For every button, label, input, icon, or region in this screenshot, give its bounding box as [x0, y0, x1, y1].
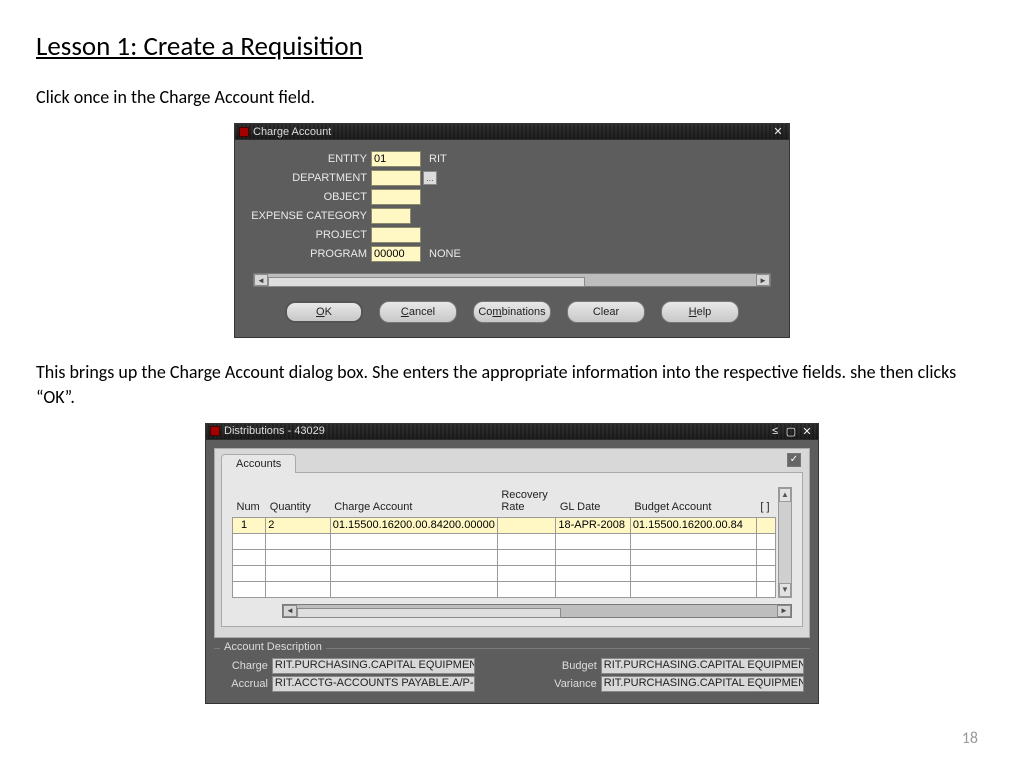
table-row[interactable]: 1 2 01.15500.16200.00.84200.00000 18-APR…: [233, 517, 776, 533]
charge-label: Charge: [220, 660, 272, 672]
close-icon[interactable]: ✕: [800, 425, 814, 437]
col-recovery-rate: Recovery Rate: [497, 487, 556, 518]
col-gl-date: GL Date: [556, 487, 630, 518]
titlebar[interactable]: Distributions - 43029 ≤ ▢ ✕: [206, 424, 818, 440]
program-field[interactable]: [371, 246, 421, 262]
h-scrollbar[interactable]: ◄ ►: [282, 604, 792, 618]
account-description-group: Account Description Charge RIT.PURCHASIN…: [214, 648, 810, 693]
app-icon: [239, 127, 249, 137]
object-field[interactable]: [371, 189, 421, 205]
intro-paragraph-1: Click once in the Charge Account field.: [36, 85, 988, 109]
charge-account-dialog: Charge Account ✕ ENTITY RIT DEPARTMENT ……: [234, 123, 790, 338]
v-scrollbar[interactable]: ▲ ▼: [778, 487, 792, 598]
expense-category-label: EXPENSE CATEGORY: [251, 210, 371, 222]
budget-label: Budget: [549, 660, 601, 672]
budget-value: RIT.PURCHASING.CAPITAL EQUIPMEN: [601, 658, 804, 674]
scroll-right-icon[interactable]: ►: [777, 605, 791, 617]
cell-num[interactable]: 1: [233, 517, 266, 533]
cell-end[interactable]: [756, 517, 775, 533]
variance-label: Variance: [549, 678, 601, 690]
help-button[interactable]: Help: [661, 301, 739, 323]
accrual-value: RIT.ACCTG-ACCOUNTS PAYABLE.A/P-: [272, 676, 475, 692]
object-label: OBJECT: [251, 191, 371, 203]
table-row[interactable]: [233, 549, 776, 565]
program-desc: NONE: [429, 248, 461, 260]
scroll-up-icon[interactable]: ▲: [779, 488, 791, 502]
program-label: PROGRAM: [251, 248, 371, 260]
ok-button[interactable]: OK: [285, 301, 363, 323]
clear-button[interactable]: Clear: [567, 301, 645, 323]
department-field[interactable]: [371, 170, 421, 186]
window-title: Distributions - 43029: [224, 425, 325, 437]
combinations-button[interactable]: Combinations: [473, 301, 551, 323]
col-budget-account: Budget Account: [630, 487, 756, 518]
h-scrollbar[interactable]: ◄ ►: [253, 273, 771, 287]
scroll-down-icon[interactable]: ▼: [779, 583, 791, 597]
checkbox-icon[interactable]: ✓: [787, 453, 801, 467]
variance-value: RIT.PURCHASING.CAPITAL EQUIPMEN: [601, 676, 804, 692]
scroll-left-icon[interactable]: ◄: [283, 605, 297, 617]
page-title: Lesson 1: Create a Requisition: [36, 30, 988, 63]
table-row[interactable]: [233, 533, 776, 549]
project-label: PROJECT: [251, 229, 371, 241]
charge-value: RIT.PURCHASING.CAPITAL EQUIPMEN: [272, 658, 475, 674]
department-label: DEPARTMENT: [251, 172, 371, 184]
minimize-icon[interactable]: ≤: [768, 425, 782, 437]
entity-field[interactable]: [371, 151, 421, 167]
intro-paragraph-2: This brings up the Charge Account dialog…: [36, 360, 988, 409]
project-field[interactable]: [371, 227, 421, 243]
col-num: Num: [233, 487, 266, 518]
cell-charge-account[interactable]: 01.15500.16200.00.84200.00000: [330, 517, 497, 533]
group-title: Account Description: [220, 641, 326, 653]
page-number: 18: [962, 729, 978, 748]
expense-category-field[interactable]: [371, 208, 411, 224]
table-row[interactable]: [233, 565, 776, 581]
accrual-label: Accrual: [220, 678, 272, 690]
col-end: [ ]: [756, 487, 775, 518]
app-icon: [210, 426, 220, 436]
distributions-window: Distributions - 43029 ≤ ▢ ✕ ✓ Accounts N…: [205, 423, 819, 704]
cell-quantity[interactable]: 2: [266, 517, 330, 533]
scroll-left-icon[interactable]: ◄: [254, 274, 268, 286]
scroll-right-icon[interactable]: ►: [756, 274, 770, 286]
col-charge-account: Charge Account: [330, 487, 497, 518]
cell-budget-account[interactable]: 01.15500.16200.00.84: [630, 517, 756, 533]
entity-label: ENTITY: [251, 153, 371, 165]
dialog-title: Charge Account: [253, 126, 331, 138]
col-quantity: Quantity: [266, 487, 330, 518]
lov-button[interactable]: …: [423, 171, 437, 185]
cancel-button[interactable]: Cancel: [379, 301, 457, 323]
titlebar[interactable]: Charge Account ✕: [235, 124, 789, 140]
close-icon[interactable]: ✕: [771, 126, 785, 138]
cell-gl-date[interactable]: 18-APR-2008: [556, 517, 630, 533]
cell-recovery-rate[interactable]: [497, 517, 556, 533]
table-row[interactable]: [233, 581, 776, 597]
tab-accounts[interactable]: Accounts: [221, 454, 296, 473]
entity-desc: RIT: [429, 153, 447, 165]
maximize-icon[interactable]: ▢: [784, 425, 798, 437]
distributions-table: Num Quantity Charge Account Recovery Rat…: [232, 487, 776, 598]
